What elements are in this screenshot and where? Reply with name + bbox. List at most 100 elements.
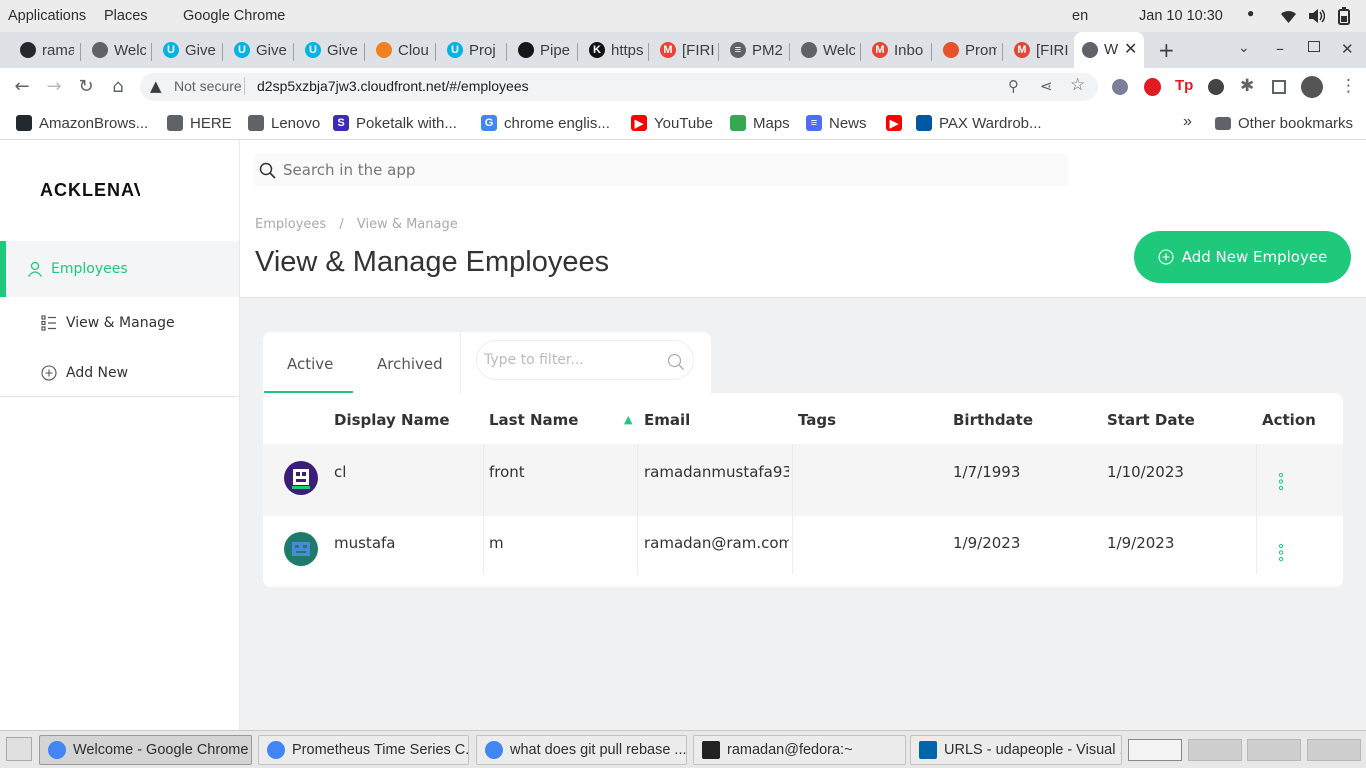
app-sidebar: ACKLENAV Employees View & Manage Add New [0,140,240,730]
tab-separator [222,43,223,61]
add-employee-button[interactable]: Add New Employee [1134,231,1351,283]
tab-separator [931,43,932,61]
taskbar: Welcome - Google Chrome Prometheus Time S… [0,730,1366,768]
tab-archived[interactable]: Archived [353,332,459,393]
header-tags[interactable]: Tags [798,411,836,429]
bookmark-item[interactable]: Maps [730,112,790,134]
close-tab-icon[interactable]: ✕ [1124,39,1137,58]
nav-employees[interactable]: Employees [0,241,239,297]
workspace-4[interactable] [1307,739,1361,761]
volume-icon[interactable] [1308,8,1325,24]
back-icon[interactable]: ← [12,77,32,97]
minimize-icon[interactable]: – [1276,39,1284,58]
page-header: Search in the app Employees / View & Man… [240,140,1366,298]
language-indicator[interactable]: en [1072,8,1088,24]
nav-add-new[interactable]: Add New [0,360,239,386]
table-row[interactable] [263,516,1343,587]
chrome-icon [267,741,285,759]
tab[interactable]: M [FIRI [652,36,714,64]
sidebar-divider [0,396,239,397]
tab[interactable]: M [FIRI [1006,36,1068,64]
chevron-more-icon[interactable]: » [1183,113,1192,131]
breadcrumb-employees[interactable]: Employees [255,217,326,232]
bookmark-item[interactable]: Gchrome englis... [481,112,610,134]
tab[interactable]: Khttps [581,36,643,64]
forward-icon[interactable]: → [44,77,64,97]
warning-icon[interactable]: ▲ [150,77,162,95]
tab[interactable]: Clou [368,36,430,64]
tab[interactable]: M Inbo [864,36,926,64]
header-last-name[interactable]: Last Name [489,411,578,429]
taskbar-item[interactable]: Welcome - Google Chrome [39,735,252,765]
bookmark-item[interactable]: PAX Wardrob... [916,112,1042,134]
tab-active[interactable]: W ✕ [1074,32,1144,68]
opera-extension-icon[interactable] [1144,78,1161,96]
close-window-icon[interactable]: ✕ [1341,40,1354,58]
show-desktop-icon[interactable] [6,737,32,761]
home-icon[interactable]: ⌂ [108,77,128,97]
places-menu[interactable]: Places [104,8,148,24]
taskbar-item[interactable]: URLS - udapeople - Visual ... [910,735,1122,765]
address-bar[interactable]: ▲ Not secure d2sp5xzbja7jw3.cloudfront.n… [140,73,1098,101]
tab[interactable]: Pipe [510,36,572,64]
tab[interactable]: ≡ PM2 [722,36,784,64]
avatar[interactable] [1301,76,1323,98]
workspace-1[interactable] [1128,739,1182,761]
tp-extension-icon[interactable]: Tp [1175,77,1193,94]
cell-email: ramadan@ram.com [644,534,789,552]
workspace-3[interactable] [1247,739,1301,761]
wifi-icon[interactable] [1280,8,1297,24]
share-icon[interactable]: ⋖ [1040,77,1053,95]
url-text[interactable]: d2sp5xzbja7jw3.cloudfront.net/#/employee… [257,78,529,94]
bookmark-item[interactable]: ≡ News [806,112,867,134]
workspace-2[interactable] [1188,739,1242,761]
clock[interactable]: Jan 10 10:30 [1139,8,1223,24]
taskbar-item[interactable]: what does git pull rebase ... [476,735,687,765]
tab[interactable]: U Give [155,36,217,64]
new-tab-icon[interactable]: + [1158,38,1175,62]
tab-active-employees[interactable]: Active [264,332,353,393]
bookmark-item[interactable]: Lenovo [248,112,320,134]
active-app-menu[interactable]: Google Chrome [183,8,285,24]
tab[interactable]: U Proj [439,36,501,64]
bookmark-item[interactable]: HERE [167,112,232,134]
kebab-menu-icon[interactable] [1278,543,1284,563]
location-pin-icon[interactable]: ⚲ [1008,77,1019,95]
kebab-menu-icon[interactable] [1278,472,1284,492]
tab[interactable]: Prom [935,36,997,64]
taskbar-item[interactable]: Prometheus Time Series C... [258,735,469,765]
tab[interactable]: Welc [84,36,146,64]
taskbar-item[interactable]: ramadan@fedora:~ [693,735,906,765]
nav-view-manage[interactable]: View & Manage [0,310,239,336]
maximize-icon[interactable] [1308,41,1320,52]
tab[interactable]: rama [12,36,74,64]
security-label[interactable]: Not secure [174,78,242,94]
extensions-puzzle-icon[interactable]: ✱ [1240,76,1254,96]
applications-menu[interactable]: Applications [8,8,86,24]
search-input[interactable]: Search in the app [283,161,415,179]
bookmark-item[interactable]: AmazonBrows... [16,112,148,134]
tab-search-icon[interactable]: ⌄ [1238,40,1250,56]
header-birthdate[interactable]: Birthdate [953,411,1033,429]
header-start-date[interactable]: Start Date [1107,411,1195,429]
bookmark-item[interactable]: S Poketalk with... [333,112,457,134]
bookmark-star-icon[interactable]: ☆ [1070,75,1085,95]
sort-ascending-icon[interactable]: ▲ [624,413,632,426]
tab[interactable]: Welc [793,36,855,64]
other-bookmarks[interactable]: Other bookmarks [1215,112,1353,134]
tab[interactable]: U Give [226,36,288,64]
battery-icon[interactable] [1338,7,1350,25]
chrome-menu-icon[interactable]: ⋮ [1340,76,1357,96]
filter-input[interactable]: Type to filter... [476,340,694,380]
search-bar[interactable]: Search in the app [254,154,1068,186]
extension-1-icon[interactable] [1112,79,1128,95]
bookmark-item[interactable]: ▶ YouTube [631,112,713,134]
tab[interactable]: U Give [297,36,359,64]
reload-icon[interactable]: ↻ [76,77,96,97]
extension-3-icon[interactable] [1208,79,1224,95]
column-separator [637,444,638,574]
side-panel-icon[interactable] [1272,80,1286,94]
header-display-name[interactable]: Display Name [334,411,450,429]
header-email[interactable]: Email [644,411,690,429]
bookmark-item[interactable]: ▶ [886,112,909,134]
